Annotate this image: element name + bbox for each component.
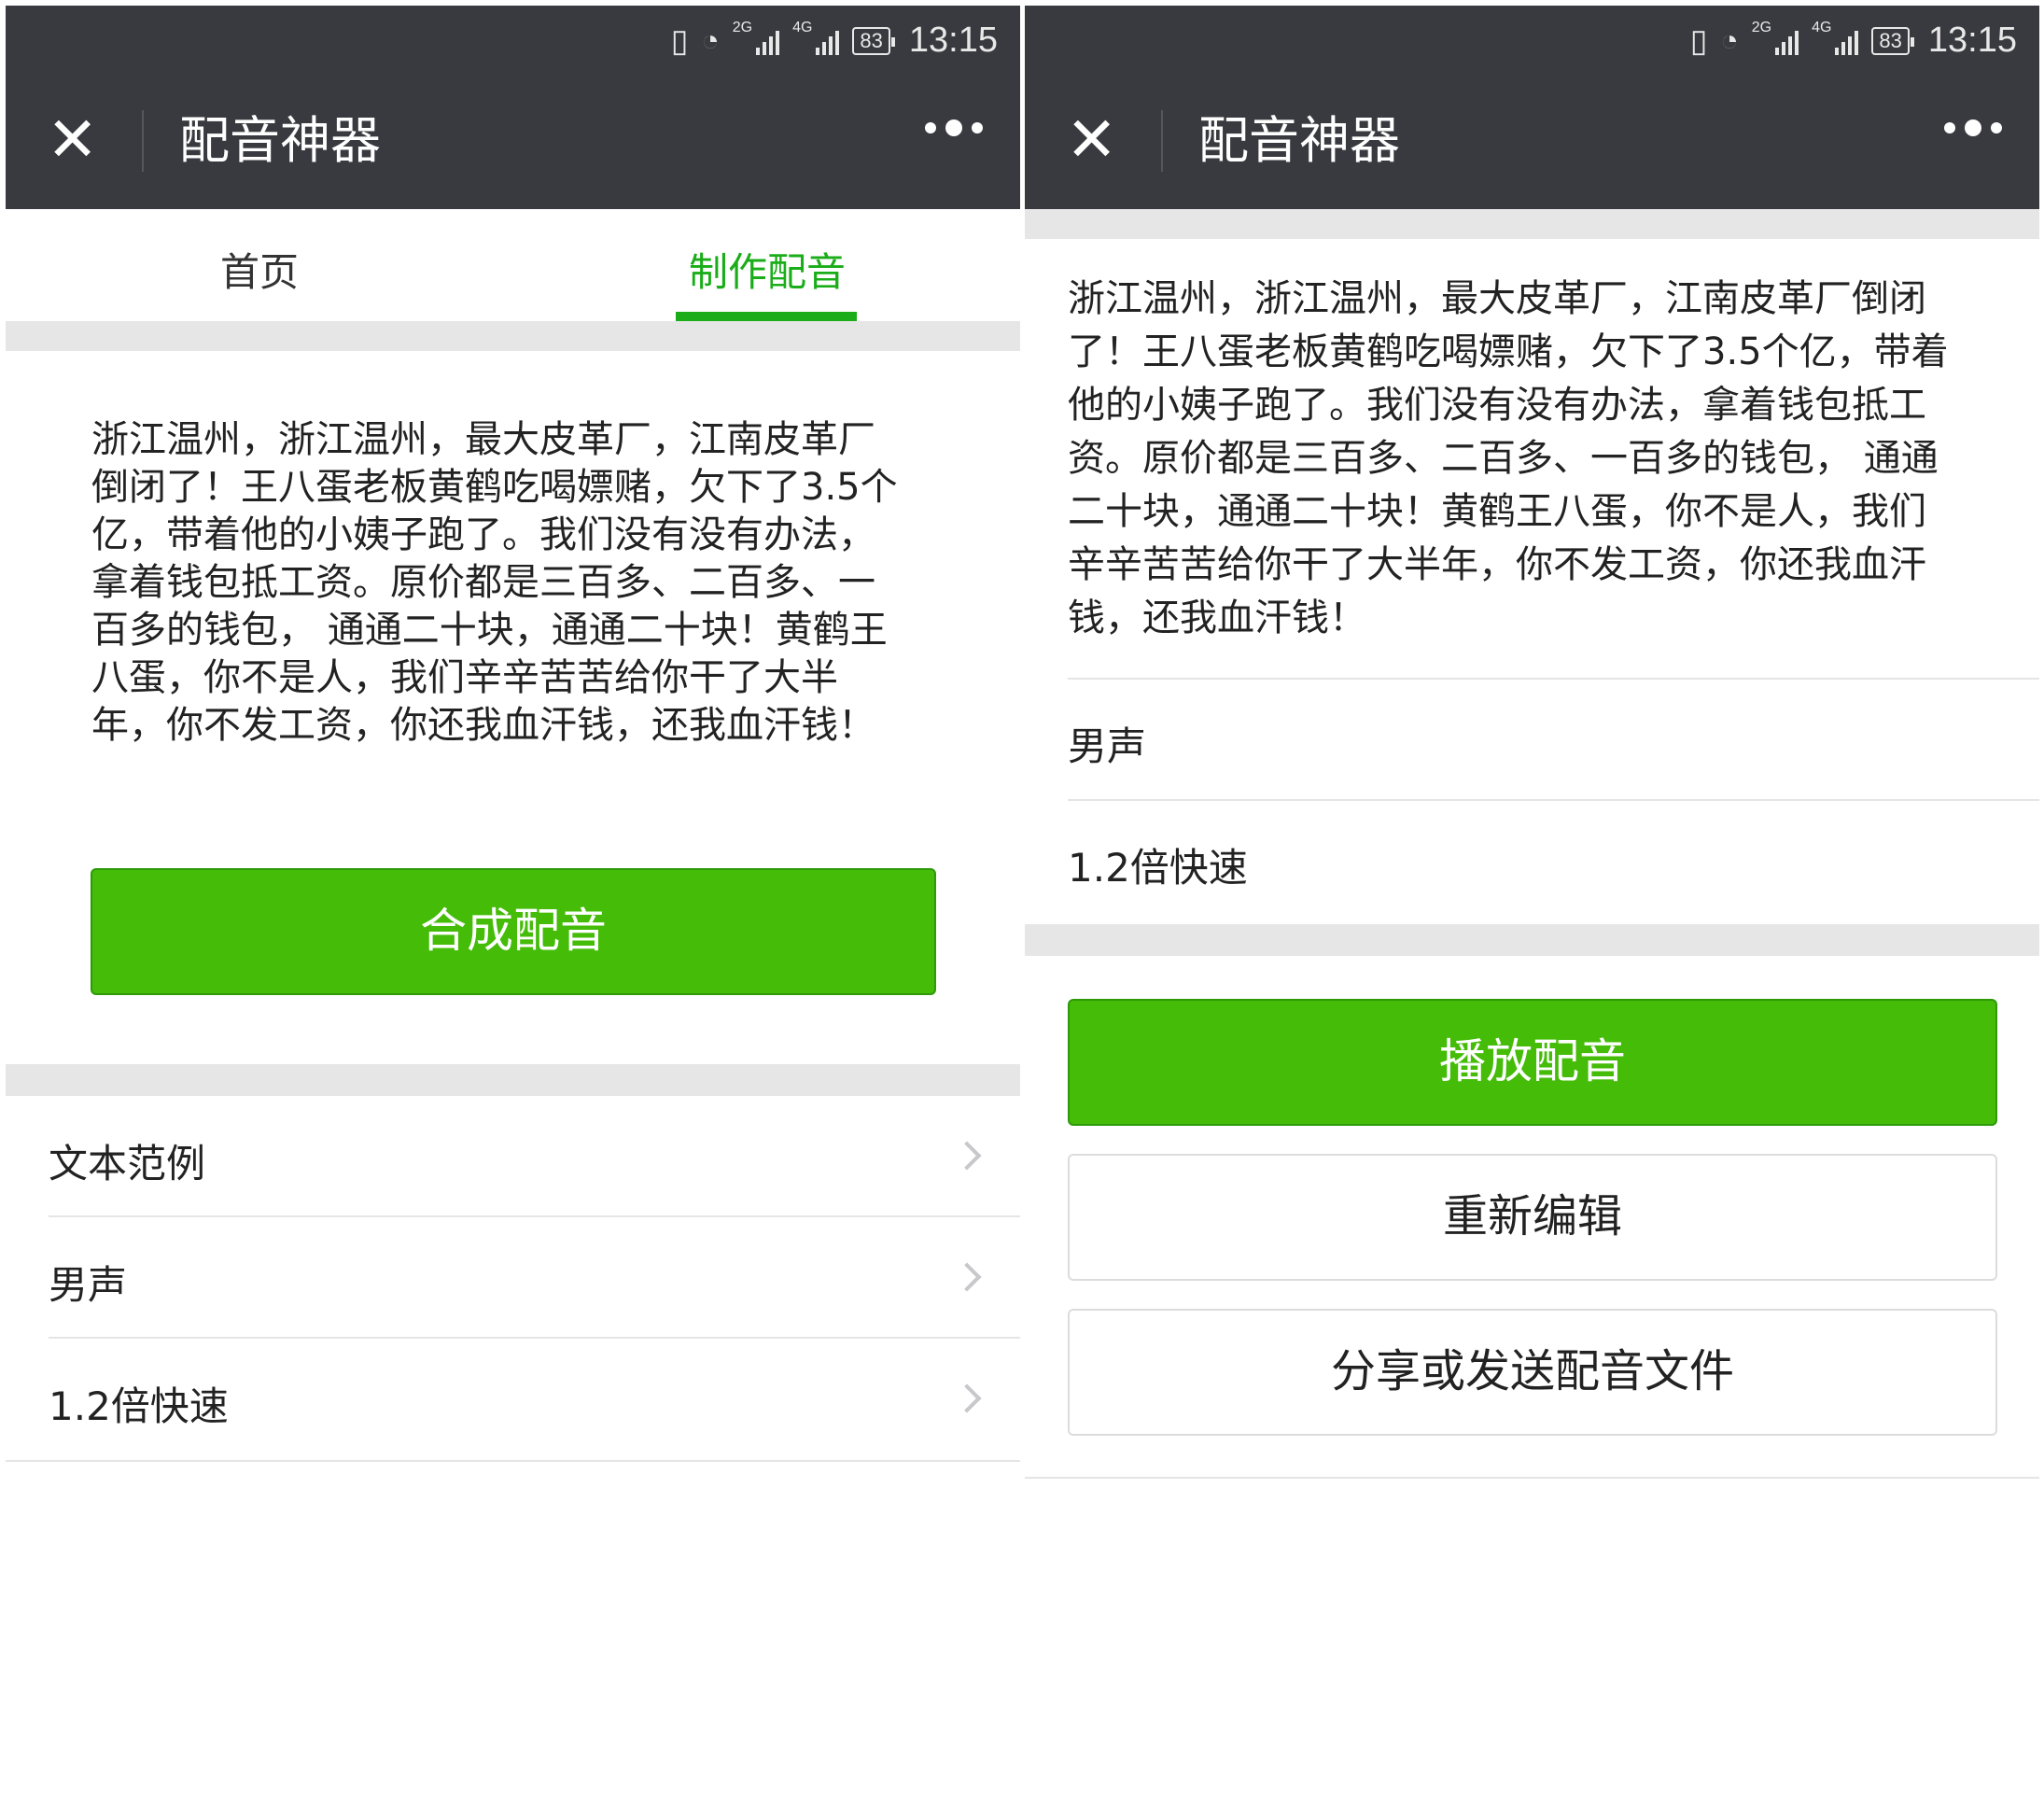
divider [1068, 799, 2039, 801]
re-edit-button[interactable]: 重新编辑 [1068, 1154, 1997, 1281]
wifi-icon: ◔ [701, 23, 720, 57]
text-line: 百多的钱包， 通通二十块，通通二十块！黄鹤王 [91, 609, 888, 652]
signal-icon [1835, 27, 1859, 55]
divider [1025, 1477, 2039, 1479]
text-line: 倒闭了！王八蛋老板黄鹤吃喝嫖赌，欠下了3.5个 [91, 466, 898, 509]
section-separator [6, 1064, 1020, 1096]
status-bar: ▯ ◔ 2G 4G 83 13:15 [1025, 6, 2039, 73]
status-icons: ▯ ◔ 2G 4G 83 13:15 [670, 19, 998, 61]
network-type-1: 2G [1751, 19, 1772, 35]
speed-value: 1.2倍快速 [1068, 845, 1248, 891]
nav-divider [142, 110, 144, 172]
vibrate-icon: ▯ [1689, 22, 1708, 59]
text-line: 八蛋，你不是人，我们辛辛苦苦给你干了大半 [91, 656, 838, 699]
text-line: 二十块，通通二十块！黄鹤王八蛋，你不是人，我们 [1068, 490, 1926, 533]
voice-value: 男声 [1068, 723, 1147, 769]
active-tab-indicator [676, 312, 857, 321]
network-type-1: 2G [732, 19, 753, 35]
tab-bar: 首页 制作配音 [6, 209, 1020, 321]
text-line: 了！王八蛋老板黄鹤吃喝嫖赌，欠下了3.5个亿，带着 [1068, 330, 1949, 373]
close-icon[interactable]: ✕ [47, 109, 103, 171]
play-dubbing-button[interactable]: 播放配音 [1068, 999, 1997, 1126]
text-line: 拿着钱包抵工资。原价都是三百多、二百多、一 [91, 561, 875, 604]
page-title: 配音神器 [179, 111, 381, 170]
text-line: 辛辛苦苦给你干了大半年，你不发工资，你还我血汗 [1068, 543, 1926, 586]
text-line: 浙江温州，浙江温州，最大皮革厂，江南皮革厂 [91, 418, 875, 461]
wifi-icon: ◔ [1720, 23, 1739, 57]
close-icon[interactable]: ✕ [1066, 109, 1122, 171]
clock: 13:15 [908, 21, 998, 60]
network-type-2: 4G [792, 19, 813, 35]
signal-icon [1775, 27, 1799, 55]
nav-bar: ✕ 配音神器 [6, 73, 1020, 209]
battery-icon: 83 [1871, 26, 1915, 55]
chevron-right-icon [952, 1262, 982, 1292]
text-line: 浙江温州，浙江温州，最大皮革厂，江南皮革厂倒闭 [1068, 277, 1926, 320]
divider [6, 1460, 1020, 1462]
status-icons: ▯ ◔ 2G 4G 83 13:15 [1689, 19, 2017, 61]
share-dubbing-button[interactable]: 分享或发送配音文件 [1068, 1309, 1997, 1436]
vibrate-icon: ▯ [670, 22, 689, 59]
list-item-label: 文本范例 [49, 1141, 206, 1186]
list-item-voice[interactable]: 男声 [6, 1218, 1020, 1340]
text-line: 钱，还我血汗钱！ [1068, 597, 1366, 639]
section-separator [1025, 209, 2039, 239]
signal-icon [816, 27, 840, 55]
text-line: 他的小姨子跑了。我们没有没有办法，拿着钱包抵工 [1068, 384, 1926, 427]
tab-home[interactable]: 首页 [220, 241, 299, 298]
list-item-label: 1.2倍快速 [49, 1383, 229, 1429]
clock: 13:15 [1927, 21, 2017, 60]
dubbing-text[interactable]: 浙江温州，浙江温州，最大皮革厂，江南皮革厂 倒闭了！王八蛋老板黄鹤吃喝嫖赌，欠下… [91, 416, 987, 750]
network-type-2: 4G [1812, 19, 1832, 35]
list-item-speed[interactable]: 1.2倍快速 [6, 1340, 1020, 1461]
signal-icon [756, 27, 780, 55]
battery-icon: 83 [852, 26, 896, 55]
section-separator [1025, 924, 2039, 956]
tab-make-dubbing[interactable]: 制作配音 [689, 241, 846, 298]
dubbing-text: 浙江温州，浙江温州，最大皮革厂，江南皮革厂倒闭 了！王八蛋老板黄鹤吃喝嫖赌，欠下… [1068, 273, 2020, 645]
section-separator [6, 321, 1020, 351]
nav-divider [1161, 110, 1163, 172]
more-dots-icon[interactable] [925, 119, 983, 136]
more-dots-icon[interactable] [1944, 119, 2002, 136]
list-item-label: 男声 [49, 1262, 128, 1308]
text-line: 亿，带着他的小姨子跑了。我们没有没有办法， [91, 513, 875, 556]
divider [1068, 678, 2039, 680]
nav-bar: ✕ 配音神器 [1025, 73, 2039, 209]
text-line: 资。原价都是三百多、二百多、一百多的钱包， 通通 [1068, 437, 1939, 480]
divider [49, 1337, 1020, 1339]
page-title: 配音神器 [1198, 111, 1400, 170]
text-line: 年，你不发工资，你还我血汗钱，还我血汗钱！ [91, 704, 875, 747]
divider [49, 1215, 1020, 1217]
list-item-text-example[interactable]: 文本范例 [6, 1097, 1020, 1218]
right-screen: ▯ ◔ 2G 4G 83 13:15 ✕ 配音神器 浙江温州，浙江温州，最大皮革… [1025, 0, 2039, 1811]
chevron-right-icon [952, 1383, 982, 1413]
chevron-right-icon [952, 1141, 982, 1171]
status-bar: ▯ ◔ 2G 4G 83 13:15 [6, 6, 1020, 73]
left-screen: ▯ ◔ 2G 4G 83 13:15 ✕ 配音神器 首页 制作配音 浙江温州，浙… [6, 0, 1020, 1811]
synthesize-button[interactable]: 合成配音 [91, 868, 936, 995]
